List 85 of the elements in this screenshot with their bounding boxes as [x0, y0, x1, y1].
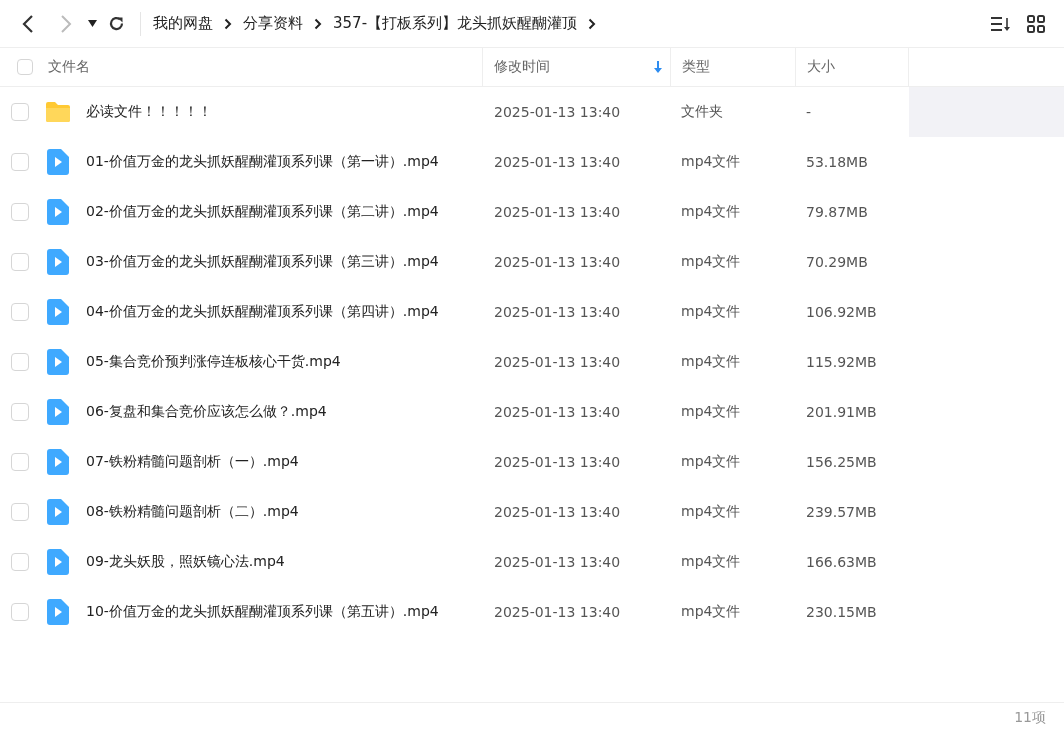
file-type: mp4文件	[681, 253, 741, 271]
file-type: mp4文件	[681, 503, 741, 521]
row-checkbox[interactable]	[11, 353, 29, 371]
file-type: mp4文件	[681, 553, 741, 571]
video-file-icon	[46, 599, 69, 625]
file-type: mp4文件	[681, 203, 741, 221]
video-file-icon	[46, 399, 69, 425]
row-checkbox[interactable]	[11, 403, 29, 421]
modified-time: 2025-01-13 13:40	[494, 104, 621, 120]
modified-time: 2025-01-13 13:40	[494, 554, 621, 570]
video-file-icon	[46, 349, 69, 375]
file-size: 115.92MB	[806, 354, 877, 370]
file-size: 156.25MB	[806, 454, 877, 470]
row-checkbox[interactable]	[11, 103, 29, 121]
video-file-icon	[46, 449, 69, 475]
sort-descending-icon	[654, 61, 662, 73]
file-name[interactable]: 05-集合竞价预判涨停连板核心干货.mp4	[86, 353, 341, 371]
row-checkbox[interactable]	[11, 203, 29, 221]
file-type: mp4文件	[681, 303, 741, 321]
folder-icon	[44, 101, 71, 123]
modified-time: 2025-01-13 13:40	[494, 304, 621, 320]
file-name[interactable]: 01-价值万金的龙头抓妖醒醐灌顶系列课（第一讲）.mp4	[86, 153, 439, 171]
chevron-left-icon	[22, 13, 34, 34]
item-count: 11项	[1014, 709, 1046, 727]
file-name[interactable]: 04-价值万金的龙头抓妖醒醐灌顶系列课（第四讲）.mp4	[86, 303, 439, 321]
video-file-icon	[46, 549, 69, 575]
file-name[interactable]: 08-铁粉精髓问题剖析（二）.mp4	[86, 503, 299, 521]
video-file-icon	[46, 499, 69, 525]
column-header[interactable]: 文件名	[48, 48, 482, 86]
file-type: mp4文件	[681, 603, 741, 621]
column-header[interactable]: 类型	[682, 48, 795, 86]
file-size: 106.92MB	[806, 304, 877, 320]
chevron-right-icon	[224, 17, 232, 30]
row-checkbox[interactable]	[11, 503, 29, 521]
sort-icon	[989, 15, 1011, 32]
file-name[interactable]: 10-价值万金的龙头抓妖醒醐灌顶系列课（第五讲）.mp4	[86, 603, 439, 621]
file-type: mp4文件	[681, 353, 741, 371]
file-name[interactable]: 02-价值万金的龙头抓妖醒醐灌顶系列课（第二讲）.mp4	[86, 203, 439, 221]
select-all-checkbox[interactable]	[17, 59, 33, 75]
caret-down-icon	[87, 20, 97, 27]
modified-time: 2025-01-13 13:40	[494, 154, 621, 170]
row-checkbox[interactable]	[11, 603, 29, 621]
video-file-icon	[46, 149, 69, 175]
row-checkbox[interactable]	[11, 453, 29, 471]
file-type: mp4文件	[681, 403, 741, 421]
modified-time: 2025-01-13 13:40	[494, 454, 621, 470]
file-size: 70.29MB	[806, 254, 868, 270]
file-name[interactable]: 必读文件！！！！！	[86, 103, 212, 121]
file-size: 166.63MB	[806, 554, 877, 570]
breadcrumb-link[interactable]: 分享资料	[243, 14, 303, 33]
row-checkbox[interactable]	[11, 553, 29, 571]
video-file-icon	[46, 249, 69, 275]
file-size: 239.57MB	[806, 504, 877, 520]
chevron-right-icon	[588, 17, 597, 30]
file-name[interactable]: 03-价值万金的龙头抓妖醒醐灌顶系列课（第三讲）.mp4	[86, 253, 439, 271]
refresh-icon	[107, 15, 125, 32]
row-checkbox[interactable]	[11, 153, 29, 171]
modified-time: 2025-01-13 13:40	[494, 404, 621, 420]
file-size: 230.15MB	[806, 604, 877, 620]
chevron-right-icon	[60, 13, 72, 34]
modified-time: 2025-01-13 13:40	[494, 254, 621, 270]
modified-time: 2025-01-13 13:40	[494, 604, 621, 620]
file-size: 53.18MB	[806, 154, 868, 170]
modified-time: 2025-01-13 13:40	[494, 354, 621, 370]
file-type: mp4文件	[681, 453, 741, 471]
breadcrumb-link[interactable]: 357-【打板系列】龙头抓妖醒醐灌顶	[333, 14, 578, 33]
file-name[interactable]: 06-复盘和集合竞价应该怎么做？.mp4	[86, 403, 327, 421]
breadcrumb-link[interactable]: 我的网盘	[153, 14, 213, 33]
file-size: 201.91MB	[806, 404, 877, 420]
modified-time: 2025-01-13 13:40	[494, 504, 621, 520]
file-type: 文件夹	[681, 103, 723, 121]
video-file-icon	[46, 199, 69, 225]
grid-icon	[1027, 14, 1045, 33]
file-name[interactable]: 07-铁粉精髓问题剖析（一）.mp4	[86, 453, 299, 471]
column-header[interactable]: 修改时间	[494, 48, 670, 86]
file-size: -	[806, 104, 812, 120]
row-checkbox[interactable]	[11, 253, 29, 271]
chevron-right-icon	[314, 17, 322, 30]
row-checkbox[interactable]	[11, 303, 29, 321]
modified-time: 2025-01-13 13:40	[494, 204, 621, 220]
video-file-icon	[46, 299, 69, 325]
column-header[interactable]: 大小	[807, 48, 908, 86]
file-name[interactable]: 09-龙头妖股，照妖镜心法.mp4	[86, 553, 285, 571]
file-size: 79.87MB	[806, 204, 868, 220]
file-type: mp4文件	[681, 153, 741, 171]
